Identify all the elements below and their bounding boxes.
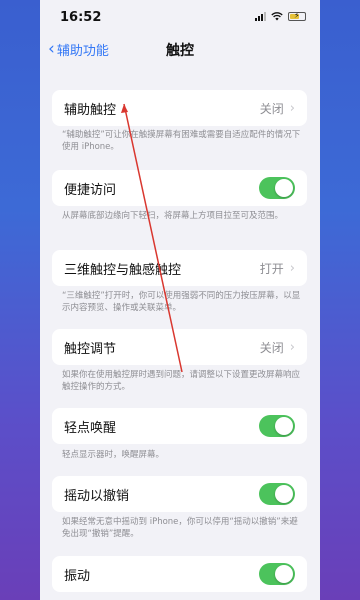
reachability-toggle[interactable] — [259, 177, 295, 199]
battery-icon: ⚡ — [288, 11, 306, 21]
tap-to-wake-toggle[interactable] — [259, 415, 295, 437]
chevron-right-icon: › — [289, 260, 295, 276]
status-time: 16:52 — [60, 10, 102, 25]
row-description: 轻点显示器时，唤醒屏幕。 — [62, 450, 165, 460]
row-value: 关闭 — [259, 340, 284, 355]
page-title: 触控 — [166, 43, 194, 59]
row-label: 便捷访问 — [64, 182, 117, 198]
row-label: 轻点唤醒 — [64, 420, 117, 436]
row-value: 打开 — [259, 261, 284, 276]
row-description: “三维触控”打开时，你可以使用强弱不同的压力按压屏幕，以显示内容预览、操作或关联… — [62, 291, 301, 313]
row-label: 辅助触控 — [64, 102, 117, 118]
row-3d-haptic-touch[interactable]: 三维触控与触感触控 打开 › — [52, 250, 307, 286]
chevron-right-icon: › — [289, 100, 295, 116]
row-tap-to-wake: 轻点唤醒 — [52, 408, 307, 444]
row-description: 如果经常无意中摇动到 iPhone，你可以停用“摇动以撤销”来避免出现“撤销”提… — [62, 517, 298, 539]
status-icons: ⚡ — [255, 11, 306, 21]
row-touch-accommodations[interactable]: 触控调节 关闭 › — [52, 329, 307, 365]
chevron-right-icon: › — [289, 339, 295, 355]
row-vibration: 振动 — [52, 556, 307, 592]
row-assistive-touch[interactable]: 辅助触控 关闭 › — [52, 90, 307, 126]
row-reachability: 便捷访问 — [52, 170, 307, 206]
vibration-toggle[interactable] — [259, 563, 295, 585]
row-description: 从屏幕底部边缘向下轻扫，将屏幕上方项目拉至可及范围。 — [62, 211, 284, 221]
row-description: “辅助触控”可让你在触摸屏幕有困难或需要自适应配件的情况下使用 iPhone。 — [62, 130, 301, 152]
cellular-signal-icon — [255, 12, 266, 21]
row-label: 三维触控与触感触控 — [64, 262, 182, 278]
navigation-bar: ‹ 辅助功能 触控 — [40, 34, 320, 64]
row-shake-to-undo: 摇动以撤销 — [52, 476, 307, 512]
wifi-icon — [271, 12, 283, 21]
status-bar: 16:52 ⚡ — [40, 0, 320, 34]
row-description: 如果你在使用触控屏时遇到问题，请调整以下设置更改屏幕响应触控操作的方式。 — [62, 370, 301, 392]
shake-to-undo-toggle[interactable] — [259, 483, 295, 505]
row-value: 关闭 — [259, 101, 284, 116]
row-label: 触控调节 — [64, 341, 117, 357]
row-label: 振动 — [64, 568, 91, 584]
row-label: 摇动以撤销 — [64, 488, 130, 504]
phone-screen: 16:52 ⚡ ‹ 辅助功能 触控 辅助触控 关闭 › “辅助触控”可让你在触摸… — [40, 0, 320, 600]
